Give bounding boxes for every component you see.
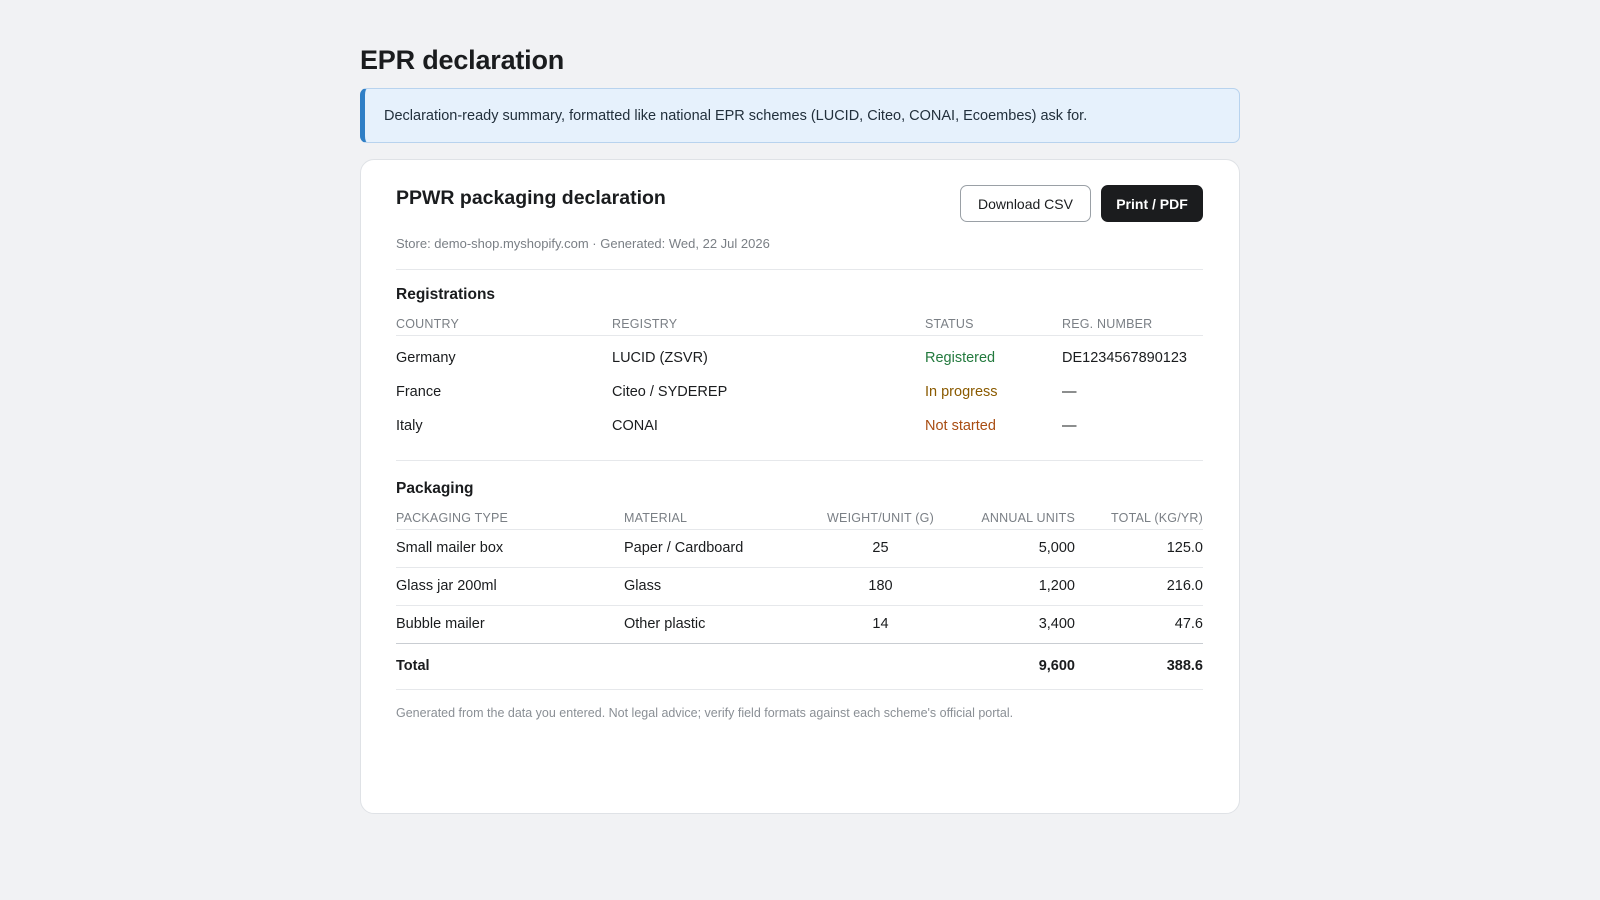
status-cell: Not started xyxy=(925,418,996,434)
column-header: Registry xyxy=(612,312,925,336)
annual-units-cell: 5,000 xyxy=(965,529,1075,568)
column-header: Reg. number xyxy=(1062,312,1203,336)
table-row: Small mailer box Paper / Cardboard 25 5,… xyxy=(396,529,1203,568)
annual-units-cell: 1,200 xyxy=(965,567,1075,606)
packaging-type-cell: Glass jar 200ml xyxy=(396,567,624,606)
column-header: Annual units xyxy=(965,506,1075,530)
table-row: Germany LUCID (ZSVR) Registered DE123456… xyxy=(396,335,1203,373)
registrations-table: Country Registry Status Reg. number Germ… xyxy=(396,312,1203,441)
registrations-title: Registrations xyxy=(396,286,496,303)
table-row: Bubble mailer Other plastic 14 3,400 47.… xyxy=(396,605,1203,644)
column-header: Country xyxy=(396,312,612,336)
packaging-table: Packaging type Material Weight/unit (g) … xyxy=(396,506,1203,690)
table-row: France Citeo / SYDEREP In progress — xyxy=(396,373,1203,407)
total-units-cell: 9,600 xyxy=(965,643,1075,690)
total-cell: 125.0 xyxy=(1075,529,1203,568)
material-cell: Paper / Cardboard xyxy=(624,529,796,568)
registry-cell: LUCID (ZSVR) xyxy=(612,350,708,367)
reg-number-cell: — xyxy=(1062,384,1077,400)
column-header: Material xyxy=(624,506,796,530)
packaging-type-cell: Bubble mailer xyxy=(396,605,624,644)
country-cell: Germany xyxy=(396,350,456,367)
table-row: Glass jar 200ml Glass 180 1,200 216.0 xyxy=(396,567,1203,606)
reg-number-cell: DE1234567890123 xyxy=(1062,350,1187,367)
card-subtitle: Store: demo-shop.myshopify.com · Generat… xyxy=(396,236,770,251)
registrations-section: Registrations Country Registry Status Re… xyxy=(396,270,1203,461)
weight-cell: 180 xyxy=(796,567,965,606)
table-row: Italy CONAI Not started — xyxy=(396,407,1203,441)
weight-cell: 14 xyxy=(796,605,965,644)
column-header: Total (kg/yr) xyxy=(1075,506,1203,530)
material-cell: Glass xyxy=(624,567,796,606)
column-header: Weight/unit (g) xyxy=(796,506,965,530)
total-kg-cell: 388.6 xyxy=(1075,643,1203,690)
empty-cell xyxy=(624,643,796,690)
weight-cell: 25 xyxy=(796,529,965,568)
registry-cell: Citeo / SYDEREP xyxy=(612,384,728,400)
info-banner-text: Declaration-ready summary, formatted lik… xyxy=(384,107,1088,124)
registry-cell: CONAI xyxy=(612,418,658,434)
download-csv-button[interactable]: Download CSV xyxy=(960,185,1091,222)
total-cell: 216.0 xyxy=(1075,567,1203,606)
card-header: PPWR packaging declaration Store: demo-s… xyxy=(396,184,1203,270)
reg-number-cell: — xyxy=(1062,418,1077,434)
print-pdf-button[interactable]: Print / PDF xyxy=(1101,185,1203,222)
declaration-card: PPWR packaging declaration Store: demo-s… xyxy=(360,159,1240,814)
country-cell: France xyxy=(396,384,442,400)
info-banner: Declaration-ready summary, formatted lik… xyxy=(360,88,1240,143)
footer-note: Generated from the data you entered. Not… xyxy=(396,705,1014,720)
table-header-row: Packaging type Material Weight/unit (g) … xyxy=(396,506,1203,530)
column-header: Status xyxy=(925,312,1062,336)
total-cell: 47.6 xyxy=(1075,605,1203,644)
packaging-type-cell: Small mailer box xyxy=(396,529,624,568)
empty-cell xyxy=(796,643,965,690)
page-title: EPR declaration xyxy=(360,45,565,75)
annual-units-cell: 3,400 xyxy=(965,605,1075,644)
country-cell: Italy xyxy=(396,418,423,434)
material-cell: Other plastic xyxy=(624,605,796,644)
table-header-row: Country Registry Status Reg. number xyxy=(396,312,1203,336)
card-actions: Download CSV Print / PDF xyxy=(960,185,1203,222)
packaging-section: Packaging Packaging type Material Weight… xyxy=(396,461,1203,720)
status-cell: In progress xyxy=(925,384,998,400)
page-container: EPR declaration Declaration-ready summar… xyxy=(360,40,1240,814)
status-cell: Registered xyxy=(925,350,996,367)
packaging-title: Packaging xyxy=(396,480,474,497)
column-header: Packaging type xyxy=(396,506,624,530)
total-row: Total 9,600 388.6 xyxy=(396,643,1203,690)
total-label: Total xyxy=(396,643,624,690)
